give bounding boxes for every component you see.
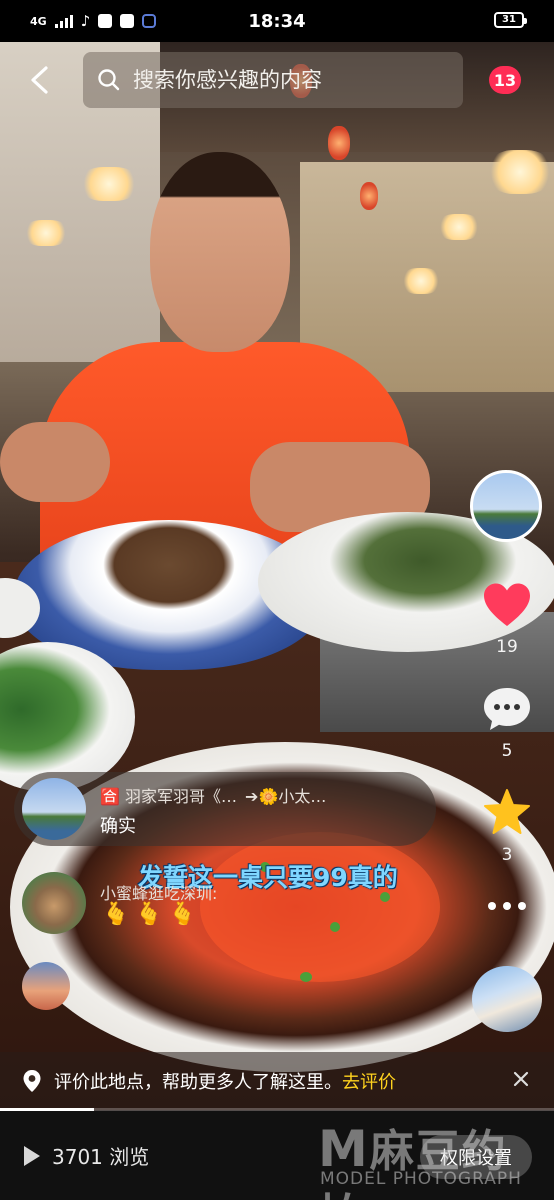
comment-text: 确实 xyxy=(100,816,136,837)
phone-screen: 4G ♪ 18:34 31 13 19 5 3 xyxy=(0,0,554,1200)
speech-bubble-icon xyxy=(484,688,530,730)
play-icon xyxy=(24,1145,40,1166)
music-avatar[interactable] xyxy=(472,966,542,1032)
location-pin-icon xyxy=(23,1070,41,1092)
mail-icon xyxy=(98,14,113,28)
status-bar: 4G ♪ 18:34 31 xyxy=(0,0,554,42)
favorite-count: 3 xyxy=(501,845,513,865)
location-prompt: 评价此地点，帮助更多人了解这里。 xyxy=(54,1072,342,1093)
notification-badge[interactable]: 13 xyxy=(489,66,521,94)
signal-icon xyxy=(54,14,73,28)
chopped-pepper xyxy=(200,832,440,982)
battery-icon: 31 xyxy=(494,12,527,28)
heart-icon xyxy=(484,583,530,626)
view-count-text: 3701 浏览 xyxy=(52,1145,150,1169)
chevron-left-icon xyxy=(31,66,48,94)
more-dots-icon xyxy=(488,902,526,910)
comment-author-name: 羽家军羽哥《… xyxy=(125,787,238,806)
mail-icon xyxy=(120,14,135,28)
view-count: 3701 浏览 xyxy=(22,1141,149,1170)
bottom-bar: 3701 浏览 权限设置 xyxy=(0,1111,554,1200)
scallion xyxy=(300,972,312,982)
comment-author: 🈴 羽家军羽哥《… ➔🌼小太… xyxy=(100,783,430,807)
like-count: 19 xyxy=(496,637,518,657)
like-button[interactable]: 19 xyxy=(472,582,542,657)
back-button[interactable] xyxy=(22,58,56,102)
comment-count: 5 xyxy=(501,741,513,761)
commenter-avatar[interactable] xyxy=(22,778,86,840)
ceiling-lamp xyxy=(402,268,440,294)
search-input[interactable] xyxy=(133,68,453,92)
person-arm xyxy=(0,422,110,502)
red-lantern xyxy=(328,126,350,160)
rate-link[interactable]: 去评价 xyxy=(342,1068,396,1094)
commenter-avatar[interactable] xyxy=(22,872,86,934)
comment-text: 🫰🫰🫰 xyxy=(102,902,203,927)
video-frame[interactable] xyxy=(0,42,554,1110)
ceiling-lamp xyxy=(488,150,552,194)
ceiling-lamp xyxy=(80,167,138,201)
comment-reply-target: ➔🌼小太… xyxy=(245,787,327,806)
more-button[interactable] xyxy=(472,898,542,918)
search-icon xyxy=(98,69,120,91)
scallion xyxy=(330,922,340,932)
red-lantern xyxy=(360,182,378,210)
network-type: 4G xyxy=(30,14,47,28)
close-icon[interactable] xyxy=(510,1068,532,1090)
comment-button[interactable]: 5 xyxy=(472,686,542,761)
commenter-avatar[interactable] xyxy=(22,962,70,1010)
star-icon xyxy=(484,789,530,834)
search-bar[interactable] xyxy=(83,52,463,108)
permission-settings-button[interactable]: 权限设置 xyxy=(420,1135,532,1179)
author-avatar[interactable] xyxy=(470,470,542,542)
ceiling-lamp xyxy=(24,220,68,246)
ceiling-lamp xyxy=(438,214,480,240)
status-left: 4G ♪ xyxy=(30,12,157,30)
tiktok-icon: ♪ xyxy=(80,12,91,30)
app-icon xyxy=(142,14,157,28)
reply-icon: 🈴 xyxy=(100,787,126,806)
favorite-button[interactable]: 3 xyxy=(472,788,542,865)
location-rating-bar: 评价此地点，帮助更多人了解这里。 去评价 xyxy=(0,1052,554,1110)
comment-author-name: 小蜜蜂逛吃深圳: xyxy=(100,884,218,903)
person-head xyxy=(150,152,290,352)
